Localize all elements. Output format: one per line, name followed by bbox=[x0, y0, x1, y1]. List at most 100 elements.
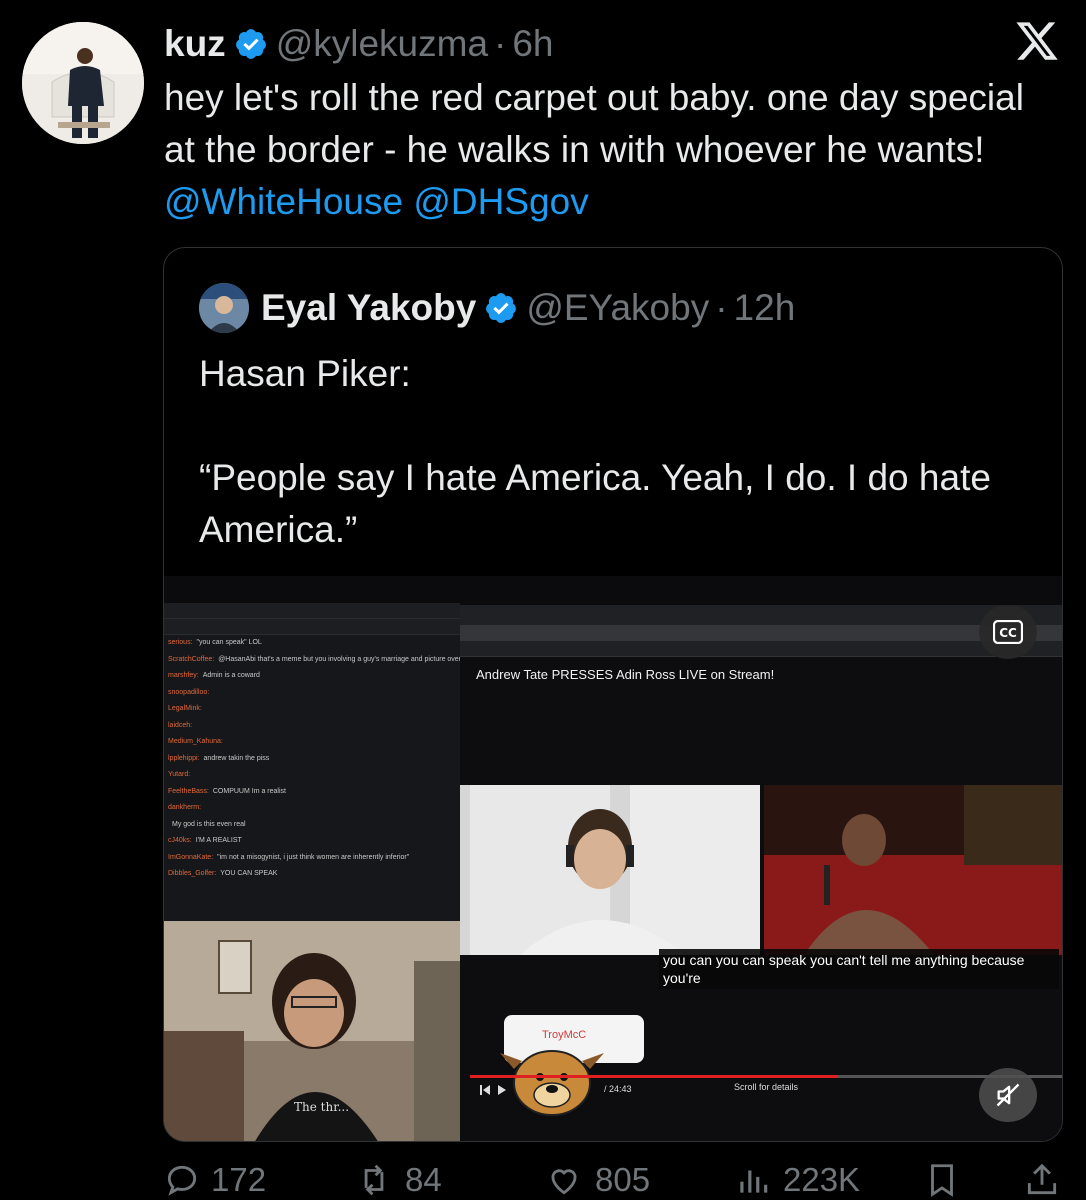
chat-username[interactable]: serious: bbox=[168, 639, 193, 646]
browser-bookmarks bbox=[460, 641, 1062, 657]
browser-url-bar bbox=[460, 625, 1062, 641]
chat-username[interactable]: Yutard: bbox=[168, 771, 190, 778]
mention-dhsgov[interactable]: @DHSgov bbox=[413, 181, 588, 222]
separator-dot: · bbox=[715, 287, 728, 328]
dog-sticker bbox=[500, 1050, 604, 1116]
tweet-view: kuz @kylekuzma · 6h hey let's roll the r… bbox=[0, 0, 1086, 1200]
chat-line: cJ40ks: I'M A REALIST bbox=[164, 833, 460, 850]
chat-username[interactable]: dankherm: bbox=[168, 804, 201, 811]
reply-icon bbox=[167, 1165, 197, 1196]
tate-webcam bbox=[764, 785, 1062, 955]
cc-icon: CC bbox=[993, 620, 1023, 644]
chat-message: COMPUUM Im a realist bbox=[212, 787, 286, 795]
video-progress-fill bbox=[470, 1075, 839, 1078]
tweet-time[interactable]: 6h bbox=[512, 23, 553, 65]
repost-button[interactable]: 84 bbox=[353, 1160, 442, 1200]
bookmark-button[interactable] bbox=[923, 1160, 971, 1200]
chat-message: I'M A REALIST bbox=[195, 837, 242, 844]
chat-username[interactable]: Dibbles_Golfer: bbox=[168, 870, 216, 877]
author-handle[interactable]: @kylekuzma bbox=[276, 23, 488, 65]
video-time: / 24:43 bbox=[604, 1084, 632, 1094]
view-count: 223K bbox=[783, 1161, 861, 1198]
chat-line: FeeltheBass: COMPUUM Im a realist bbox=[164, 784, 460, 801]
chat-line: My god is this even real bbox=[164, 817, 460, 834]
mention-whitehouse[interactable]: @WhiteHouse bbox=[164, 181, 403, 222]
quoted-author-handle[interactable]: @EYakoby bbox=[526, 287, 709, 329]
chat-line: marshfey: Admin is a coward bbox=[164, 668, 460, 685]
share-icon bbox=[1027, 1163, 1057, 1195]
chat-line: ScratchCoffee: @HasanAbi that's a meme bu… bbox=[164, 652, 460, 669]
quoted-tweet-time[interactable]: 12h bbox=[734, 287, 796, 329]
svg-text:The thr...: The thr... bbox=[294, 1100, 349, 1114]
quoted-tweet-card[interactable]: Eyal Yakoby @EYakoby · 12h Hasan Piker: … bbox=[163, 247, 1063, 1142]
quoted-author-avatar[interactable] bbox=[199, 283, 249, 333]
verified-badge-icon bbox=[235, 29, 266, 59]
chat-username[interactable]: snoopadilloo: bbox=[168, 689, 209, 696]
like-button[interactable]: 805 bbox=[543, 1160, 650, 1200]
chat-line: LegalMink: bbox=[164, 701, 460, 718]
browser-tabs bbox=[460, 605, 1062, 625]
mute-button[interactable] bbox=[979, 1068, 1037, 1122]
bookmark-icon bbox=[931, 1164, 953, 1197]
chat-username[interactable]: marshfey: bbox=[168, 672, 199, 679]
views-button[interactable]: 223K bbox=[733, 1160, 860, 1200]
chat-line: Yutard: bbox=[164, 767, 460, 784]
chat-message: YOU CAN SPEAK bbox=[220, 870, 278, 877]
streamer-webcam: The thr... bbox=[164, 921, 464, 1141]
share-button[interactable] bbox=[1023, 1160, 1071, 1200]
heart-icon bbox=[551, 1169, 577, 1195]
separator-dot: · bbox=[494, 23, 507, 64]
chat-username[interactable]: laidceh: bbox=[168, 722, 192, 729]
adin-webcam bbox=[460, 785, 760, 955]
chat-lines: serious: "you can speak" LOL ScratchCoffee… bbox=[164, 635, 460, 883]
chat-message: @HasanAbi that's a meme but you involvin… bbox=[218, 655, 460, 663]
chat-message: "im not a misogynist, i just think women… bbox=[217, 853, 410, 861]
play-icon[interactable] bbox=[480, 1083, 510, 1097]
chat-subbar bbox=[164, 619, 460, 635]
chat-line: laidceh: bbox=[164, 718, 460, 735]
chat-message: My god is this even real bbox=[172, 820, 246, 828]
verified-badge-icon bbox=[486, 293, 517, 323]
quoted-line-1: Hasan Piker: bbox=[199, 353, 411, 394]
chat-line: ImGonnaKate: "im not a misogynist, i just… bbox=[164, 850, 460, 867]
video-progress-track[interactable] bbox=[470, 1075, 1062, 1078]
chat-username[interactable]: ScratchCoffee: bbox=[168, 656, 214, 663]
captions-button[interactable]: CC bbox=[979, 605, 1037, 659]
chat-line: Dibbles_Golfer: YOU CAN SPEAK bbox=[164, 866, 460, 883]
chat-username[interactable]: lpplehippi: bbox=[168, 755, 200, 762]
chat-message: andrew takin the piss bbox=[203, 754, 270, 762]
video-player[interactable]: serious: "you can speak" LOL ScratchCoffee… bbox=[164, 576, 1062, 1141]
chat-line: Medium_Kahuna: bbox=[164, 734, 460, 751]
author-name[interactable]: kuz bbox=[164, 23, 226, 65]
chat-username[interactable]: FeeltheBass: bbox=[168, 788, 209, 795]
browser-window: Andrew Tate PRESSES Adin Ross LIVE on St… bbox=[460, 605, 1062, 1141]
x-logo-icon[interactable] bbox=[1014, 18, 1060, 64]
scroll-for-details[interactable]: Scroll for details bbox=[734, 1082, 798, 1092]
chat-line: dankherm: bbox=[164, 800, 460, 817]
reply-button[interactable]: 172 bbox=[163, 1160, 266, 1200]
reply-count: 172 bbox=[211, 1161, 267, 1198]
tweet-text: hey let's roll the red carpet out baby. … bbox=[164, 72, 1044, 228]
svg-text:CC: CC bbox=[999, 626, 1017, 640]
chat-username[interactable]: cJ40ks: bbox=[168, 837, 192, 844]
chat-username[interactable]: ImGonnaKate: bbox=[168, 854, 213, 861]
quoted-line-2: “People say I hate America. Yeah, I do. … bbox=[199, 457, 991, 550]
quoted-author-name[interactable]: Eyal Yakoby bbox=[261, 287, 476, 329]
chat-line: serious: "you can speak" LOL bbox=[164, 635, 460, 652]
chat-titlebar bbox=[164, 603, 460, 619]
chat-line: lpplehippi: andrew takin the piss bbox=[164, 751, 460, 768]
like-count: 805 bbox=[595, 1161, 651, 1198]
video-caption: you can you can speak you can't tell me … bbox=[659, 949, 1059, 989]
tweet-header: kuz @kylekuzma · 6h bbox=[164, 22, 554, 66]
repost-count: 84 bbox=[405, 1161, 442, 1198]
tweet-body: hey let's roll the red carpet out baby. … bbox=[164, 77, 1024, 170]
chat-username[interactable]: Medium_Kahuna: bbox=[168, 738, 223, 745]
quoted-tweet-text: Hasan Piker: “People say I hate America.… bbox=[199, 348, 1029, 608]
author-avatar[interactable] bbox=[22, 22, 144, 144]
chat-message: Admin is a coward bbox=[202, 672, 260, 679]
chat-line: snoopadilloo: bbox=[164, 685, 460, 702]
chat-username[interactable]: LegalMink: bbox=[168, 705, 202, 712]
chat-message: "you can speak" LOL bbox=[196, 639, 262, 646]
video-title: Andrew Tate PRESSES Adin Ross LIVE on St… bbox=[476, 667, 775, 682]
tweet-actions: 172 84 805 223K bbox=[163, 1160, 1063, 1200]
